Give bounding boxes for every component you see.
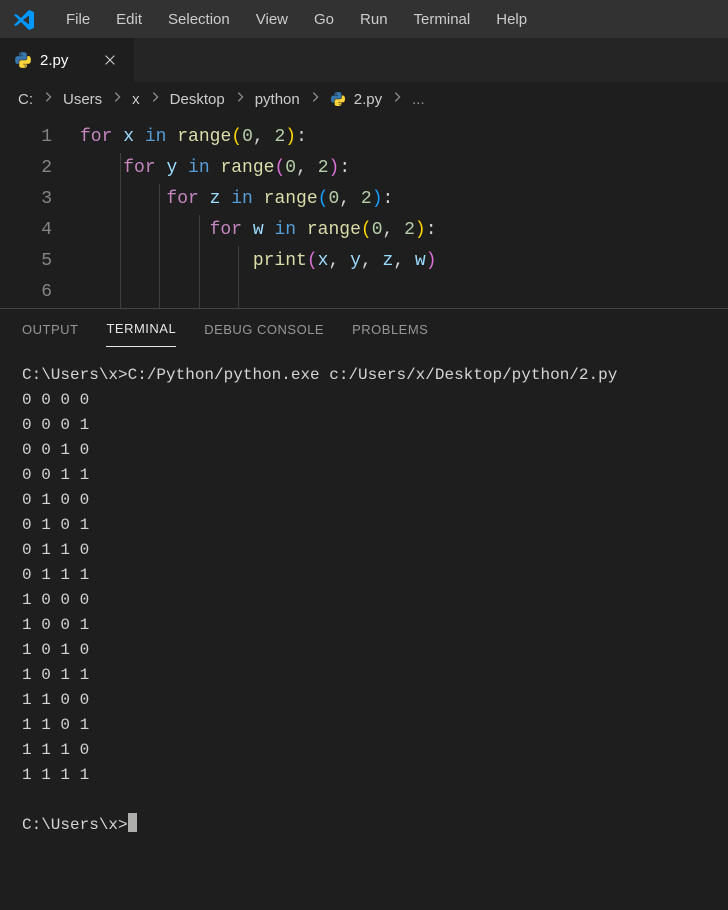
menu-run[interactable]: Run — [348, 5, 400, 34]
code-line[interactable]: print(x, y, z, w) — [80, 246, 728, 277]
line-number: 2 — [0, 153, 52, 184]
breadcrumb-item[interactable]: Users — [63, 91, 102, 108]
tab-2py[interactable]: 2.py — [0, 38, 135, 82]
breadcrumb-item[interactable]: python — [255, 91, 300, 108]
menu-view[interactable]: View — [244, 5, 300, 34]
chevron-right-icon — [110, 90, 124, 108]
line-number: 1 — [0, 122, 52, 153]
code-area[interactable]: for x in range(0, 2): for y in range(0, … — [80, 122, 728, 308]
chevron-right-icon — [148, 90, 162, 108]
code-line[interactable]: for y in range(0, 2): — [80, 153, 728, 184]
menubar: FileEditSelectionViewGoRunTerminalHelp — [0, 0, 728, 38]
menu-selection[interactable]: Selection — [156, 5, 242, 34]
menu-help[interactable]: Help — [484, 5, 539, 34]
breadcrumb-item[interactable]: 2.py — [354, 91, 382, 108]
python-icon — [330, 91, 346, 107]
breadcrumb-item[interactable]: C: — [18, 91, 33, 108]
vscode-logo-icon — [10, 5, 38, 33]
panel-tab-output[interactable]: OUTPUT — [22, 312, 78, 347]
tab-label: 2.py — [40, 52, 68, 69]
panel-tab-problems[interactable]: PROBLEMS — [352, 312, 428, 347]
line-number: 3 — [0, 184, 52, 215]
breadcrumb-item[interactable]: Desktop — [170, 91, 225, 108]
chevron-right-icon — [233, 90, 247, 108]
menu-terminal[interactable]: Terminal — [402, 5, 483, 34]
menu-file[interactable]: File — [54, 5, 102, 34]
editor[interactable]: 123456 for x in range(0, 2): for y in ra… — [0, 116, 728, 308]
panel-tabs: OUTPUT TERMINAL DEBUG CONSOLE PROBLEMS — [0, 309, 728, 349]
gutter: 123456 — [0, 122, 80, 308]
menu-items: FileEditSelectionViewGoRunTerminalHelp — [54, 5, 539, 34]
line-number: 6 — [0, 277, 52, 308]
close-icon[interactable] — [100, 50, 120, 70]
breadcrumb-item[interactable]: ... — [412, 91, 425, 108]
code-line[interactable]: for z in range(0, 2): — [80, 184, 728, 215]
terminal-content[interactable]: C:\Users\x>C:/Python/python.exe c:/Users… — [0, 349, 728, 852]
code-line[interactable]: for x in range(0, 2): — [80, 122, 728, 153]
menu-edit[interactable]: Edit — [104, 5, 154, 34]
terminal-cursor — [128, 813, 137, 832]
code-line[interactable]: for w in range(0, 2): — [80, 215, 728, 246]
chevron-right-icon — [308, 90, 322, 108]
panel-tab-terminal[interactable]: TERMINAL — [106, 311, 176, 347]
breadcrumb[interactable]: C: Users x Desktop python 2.py... — [0, 82, 728, 116]
panel-tab-debug-console[interactable]: DEBUG CONSOLE — [204, 312, 324, 347]
panel: OUTPUT TERMINAL DEBUG CONSOLE PROBLEMS C:\U… — [0, 308, 728, 852]
tabs-bar: 2.py — [0, 38, 728, 82]
line-number: 4 — [0, 215, 52, 246]
terminal-output: C:\Users\x>C:/Python/python.exe c:/Users… — [22, 366, 617, 784]
chevron-right-icon — [41, 90, 55, 108]
menu-go[interactable]: Go — [302, 5, 346, 34]
terminal-prompt: C:\Users\x> — [22, 816, 128, 834]
line-number: 5 — [0, 246, 52, 277]
chevron-right-icon — [390, 90, 404, 108]
python-icon — [14, 51, 32, 69]
breadcrumb-item[interactable]: x — [132, 91, 140, 108]
